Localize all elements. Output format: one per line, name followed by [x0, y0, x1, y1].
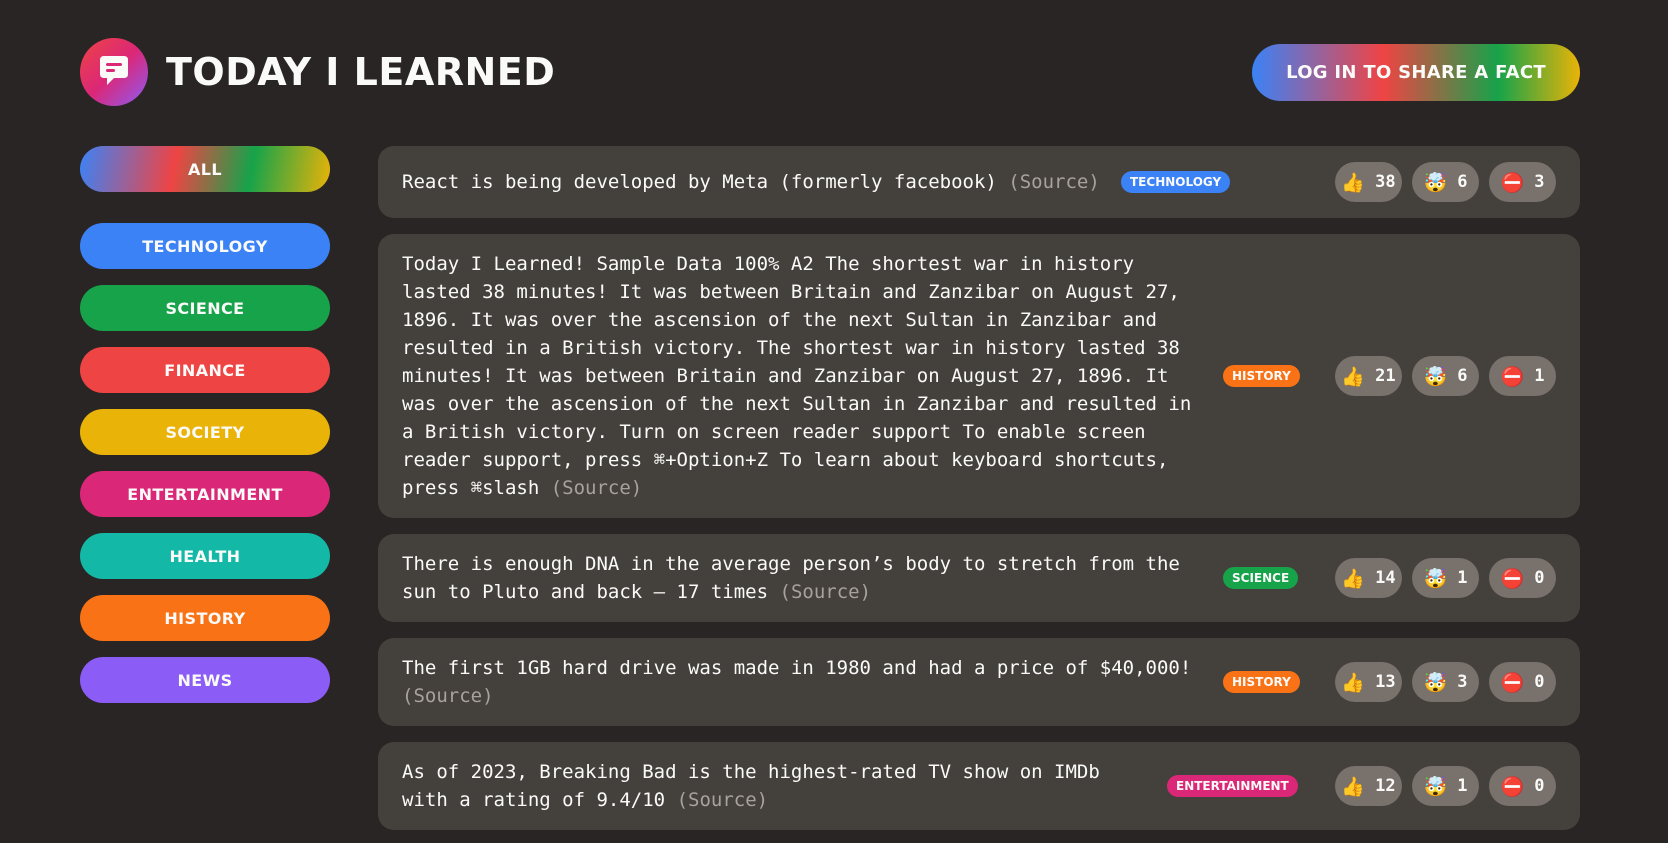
- vote-false-button[interactable]: ⛔️ 0: [1489, 558, 1556, 598]
- fact-item: React is being developed by Meta (former…: [378, 146, 1580, 218]
- vote-interesting-button[interactable]: 👍 12: [1335, 766, 1402, 806]
- fact-text: React is being developed by Meta (former…: [402, 168, 1222, 196]
- vote-count: 1: [1457, 568, 1468, 588]
- source-link[interactable]: (Source): [551, 477, 643, 499]
- page-title: Today I Learned: [166, 50, 556, 94]
- mind-blown-icon: 🤯: [1423, 365, 1448, 388]
- login-share-button[interactable]: Log in to share a fact: [1252, 43, 1580, 101]
- vote-count: 3: [1534, 172, 1545, 192]
- category-health-button[interactable]: health: [80, 533, 330, 579]
- mind-blown-icon: 🤯: [1423, 671, 1448, 694]
- fact-item: There is enough DNA in the average perso…: [378, 534, 1580, 622]
- no-entry-icon: ⛔️: [1500, 567, 1525, 590]
- category-all-button[interactable]: All: [80, 146, 330, 192]
- vote-count: 38: [1375, 172, 1396, 192]
- category-society-button[interactable]: society: [80, 409, 330, 455]
- thumbs-up-icon: 👍: [1341, 365, 1366, 388]
- vote-interesting-button[interactable]: 👍 14: [1335, 558, 1402, 598]
- fact-item: The first 1GB hard drive was made in 198…: [378, 638, 1580, 726]
- vote-count: 3: [1457, 672, 1468, 692]
- vote-interesting-button[interactable]: 👍 13: [1335, 662, 1402, 702]
- fact-text: As of 2023, Breaking Bad is the highest-…: [402, 758, 1102, 814]
- vote-count: 6: [1457, 366, 1468, 386]
- category-entertainment-button[interactable]: entertainment: [80, 471, 330, 517]
- fact-body: The first 1GB hard drive was made in 198…: [402, 657, 1192, 679]
- thumbs-up-icon: 👍: [1341, 567, 1366, 590]
- category-finance-button[interactable]: finance: [80, 347, 330, 393]
- thumbs-up-icon: 👍: [1341, 775, 1366, 798]
- vote-mindblowing-button[interactable]: 🤯 6: [1412, 162, 1479, 202]
- mind-blown-icon: 🤯: [1423, 171, 1448, 194]
- vote-mindblowing-button[interactable]: 🤯 3: [1412, 662, 1479, 702]
- vote-mindblowing-button[interactable]: 🤯 1: [1412, 558, 1479, 598]
- brand: Today I Learned: [80, 38, 555, 106]
- header: Today I Learned Log in to share a fact: [80, 38, 1580, 106]
- fact-text: There is enough DNA in the average perso…: [402, 550, 1192, 606]
- category-tag: entertainment: [1167, 775, 1298, 797]
- fact-item: As of 2023, Breaking Bad is the highest-…: [378, 742, 1580, 830]
- category-science-button[interactable]: science: [80, 285, 330, 331]
- vote-mindblowing-button[interactable]: 🤯 6: [1412, 356, 1479, 396]
- source-link[interactable]: (Source): [780, 581, 872, 603]
- vote-buttons: 👍 38 🤯 6 ⛔️ 3: [1335, 162, 1556, 202]
- vote-false-button[interactable]: ⛔️ 3: [1489, 162, 1556, 202]
- source-link[interactable]: (Source): [402, 685, 494, 707]
- vote-count: 1: [1534, 366, 1545, 386]
- no-entry-icon: ⛔️: [1500, 365, 1525, 388]
- chat-bubble-icon: [80, 38, 148, 106]
- thumbs-up-icon: 👍: [1341, 171, 1366, 194]
- no-entry-icon: ⛔️: [1500, 775, 1525, 798]
- category-technology-button[interactable]: technology: [80, 223, 330, 269]
- fact-item: Today I Learned! Sample Data 100% A2 The…: [378, 234, 1580, 518]
- thumbs-up-icon: 👍: [1341, 671, 1366, 694]
- category-tag: history: [1223, 671, 1300, 693]
- category-news-button[interactable]: news: [80, 657, 330, 703]
- category-tag: history: [1223, 365, 1300, 387]
- vote-count: 0: [1534, 672, 1545, 692]
- category-tag: science: [1223, 567, 1299, 589]
- vote-count: 14: [1375, 568, 1396, 588]
- mind-blown-icon: 🤯: [1423, 775, 1448, 798]
- vote-count: 12: [1375, 776, 1396, 796]
- vote-mindblowing-button[interactable]: 🤯 1: [1412, 766, 1479, 806]
- vote-false-button[interactable]: ⛔️ 0: [1489, 766, 1556, 806]
- fact-body: React is being developed by Meta (former…: [402, 171, 997, 193]
- category-history-button[interactable]: history: [80, 595, 330, 641]
- vote-count: 0: [1534, 568, 1545, 588]
- vote-count: 1: [1457, 776, 1468, 796]
- fact-body: Today I Learned! Sample Data 100% A2 The…: [402, 253, 1192, 499]
- vote-interesting-button[interactable]: 👍 21: [1335, 356, 1402, 396]
- category-tag: technology: [1121, 171, 1231, 193]
- vote-count: 0: [1534, 776, 1545, 796]
- vote-count: 6: [1457, 172, 1468, 192]
- vote-count: 21: [1375, 366, 1396, 386]
- vote-buttons: 👍 13 🤯 3 ⛔️ 0: [1335, 662, 1556, 702]
- source-link[interactable]: (Source): [1008, 171, 1100, 193]
- vote-count: 13: [1375, 672, 1396, 692]
- source-link[interactable]: (Source): [677, 789, 769, 811]
- fact-text: Today I Learned! Sample Data 100% A2 The…: [402, 250, 1192, 502]
- vote-interesting-button[interactable]: 👍 38: [1335, 162, 1402, 202]
- vote-buttons: 👍 14 🤯 1 ⛔️ 0: [1335, 558, 1556, 598]
- fact-text: The first 1GB hard drive was made in 198…: [402, 654, 1192, 710]
- vote-buttons: 👍 12 🤯 1 ⛔️ 0: [1335, 766, 1556, 806]
- vote-false-button[interactable]: ⛔️ 0: [1489, 662, 1556, 702]
- no-entry-icon: ⛔️: [1500, 671, 1525, 694]
- vote-false-button[interactable]: ⛔️ 1: [1489, 356, 1556, 396]
- mind-blown-icon: 🤯: [1423, 567, 1448, 590]
- no-entry-icon: ⛔️: [1500, 171, 1525, 194]
- vote-buttons: 👍 21 🤯 6 ⛔️ 1: [1335, 356, 1556, 396]
